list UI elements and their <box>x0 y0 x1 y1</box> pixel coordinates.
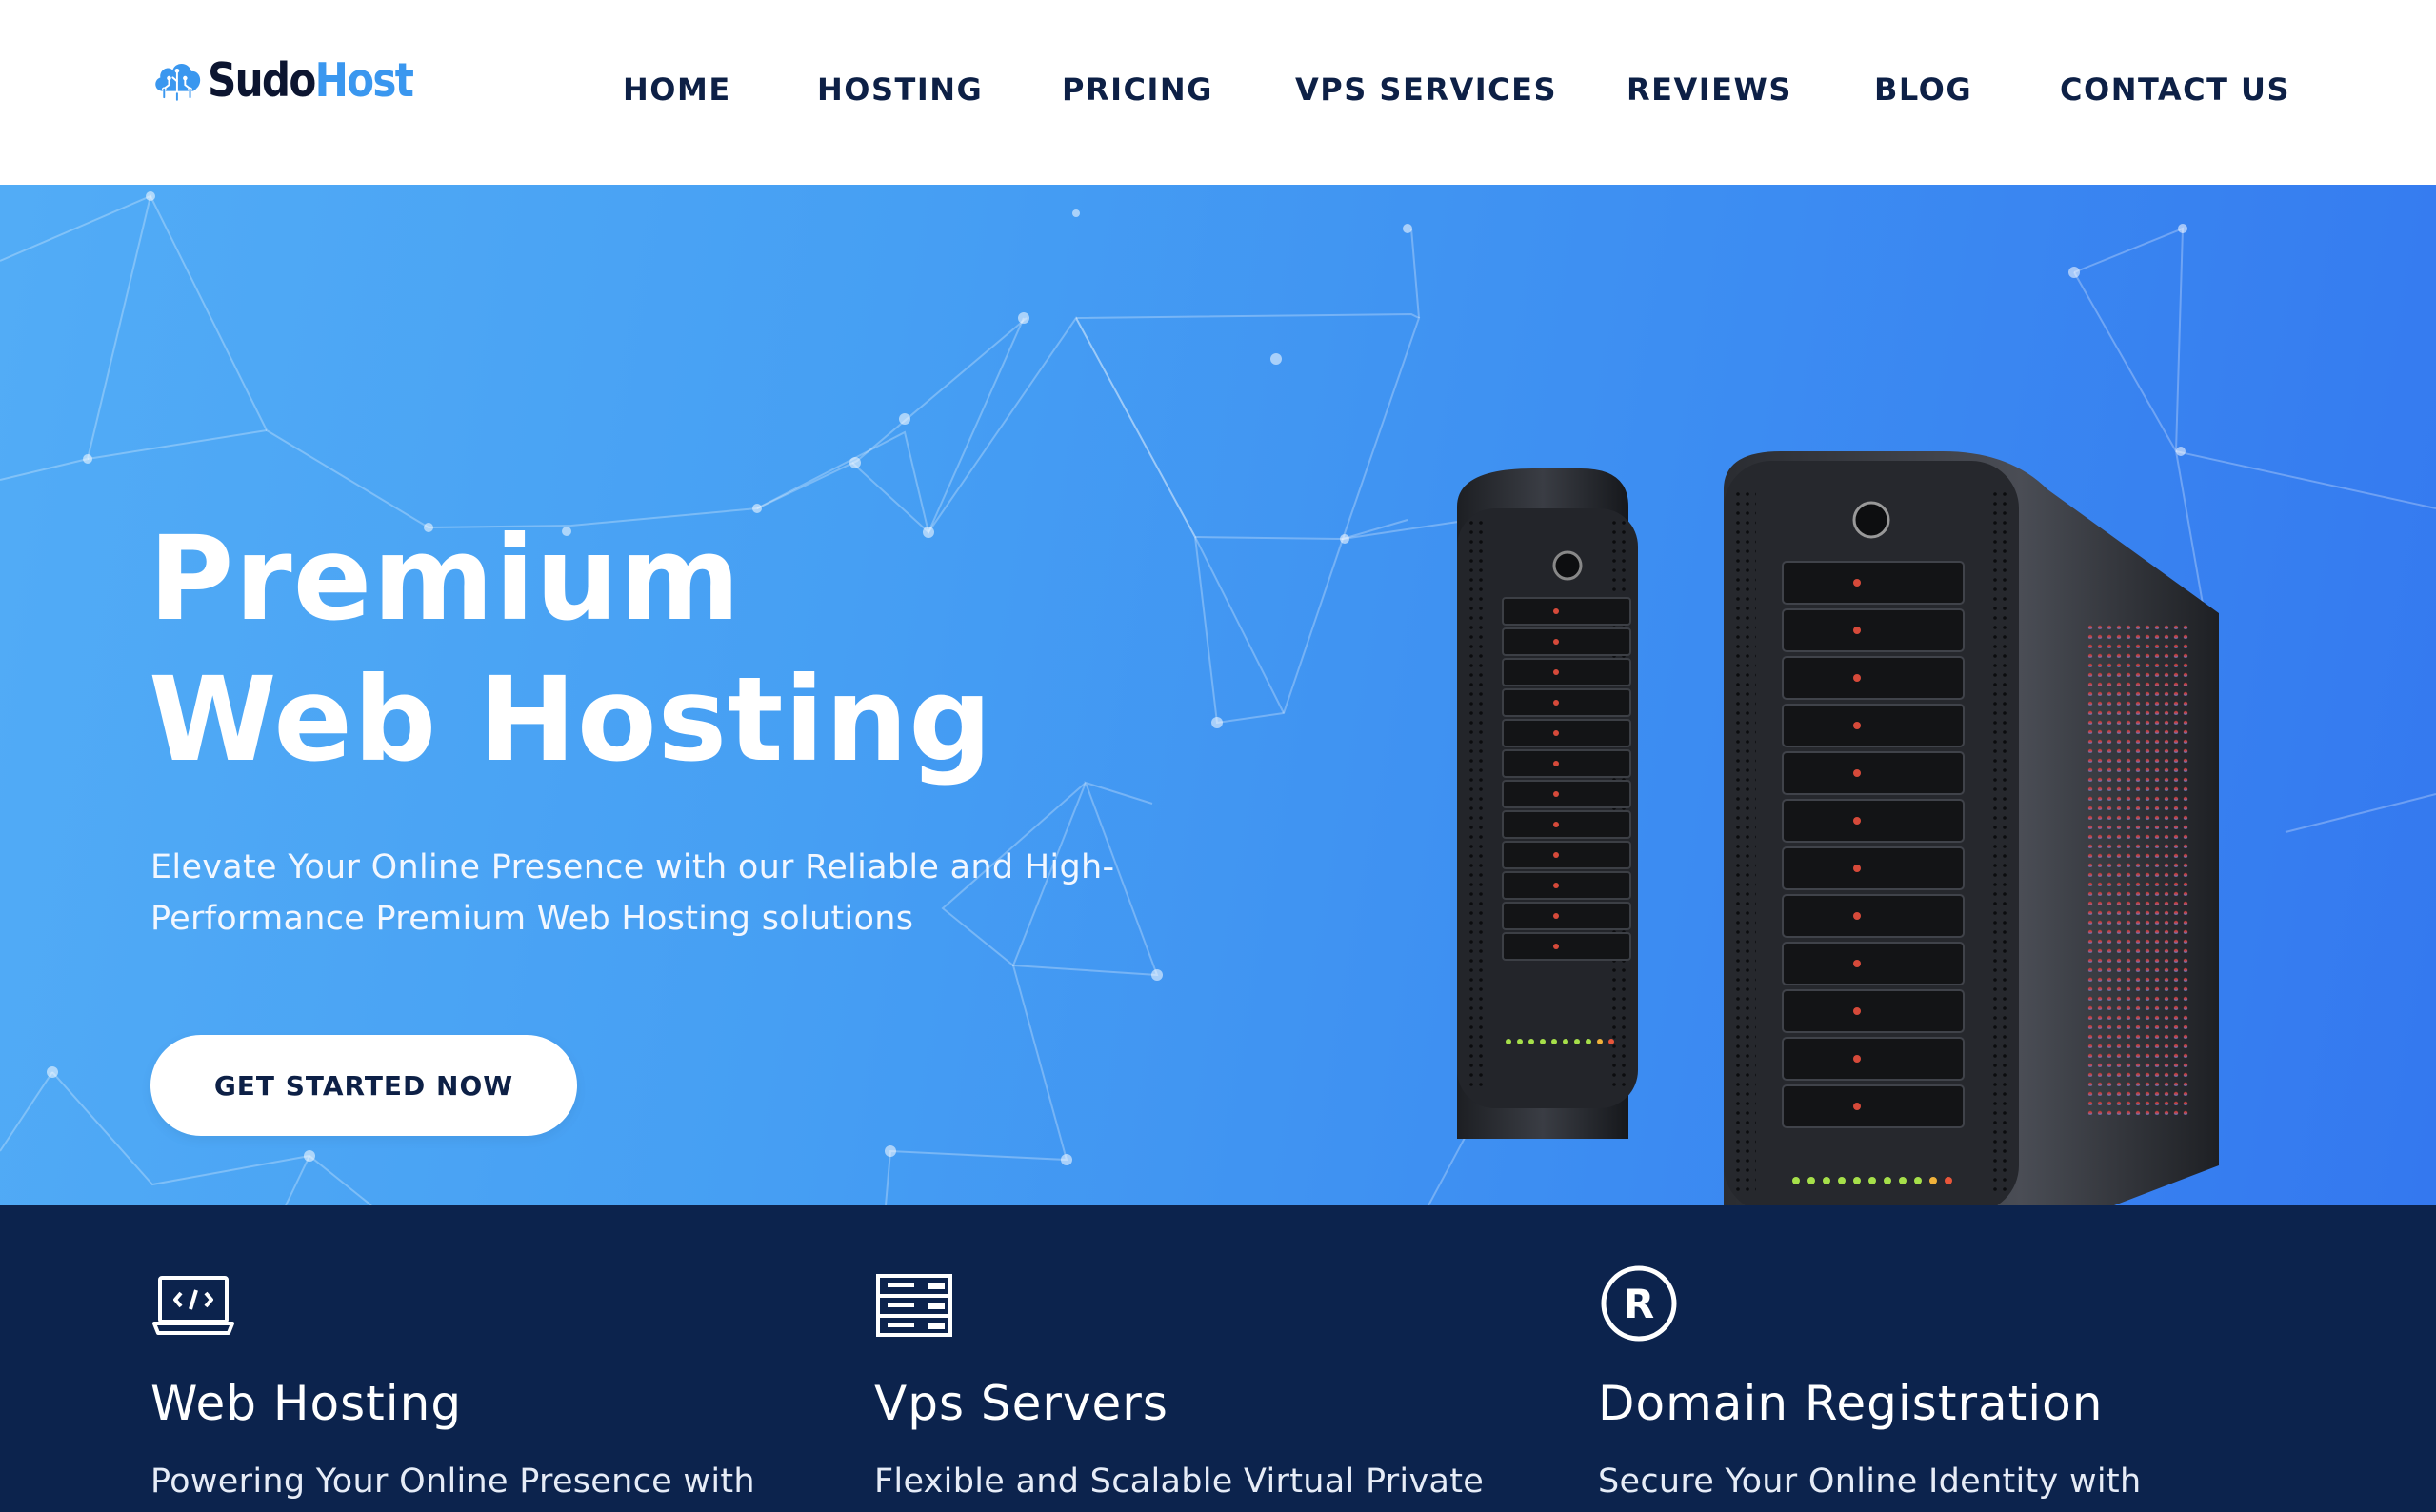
features-section: Web Hosting Powering Your Online Presenc… <box>0 1205 2436 1512</box>
feature-web-hosting: Web Hosting Powering Your Online Presenc… <box>150 1205 817 1512</box>
main-nav: HOME HOSTING PRICING VPS SERVICES REVIEW… <box>0 69 2436 110</box>
large-server-tower <box>1724 451 2219 1205</box>
feature-domain-registration: R Domain Registration Secure Your Online… <box>1598 1205 2265 1512</box>
nav-item-blog[interactable]: BLOG <box>1874 69 1972 110</box>
nav-item-home[interactable]: HOME <box>623 69 731 110</box>
hero-title-line2: Web Hosting <box>149 652 993 787</box>
site-header: SudoHost HOME HOSTING PRICING VPS SERVIC… <box>0 0 2436 185</box>
nav-item-pricing[interactable]: PRICING <box>1062 69 1213 110</box>
nav-item-vps-services[interactable]: VPS SERVICES <box>1295 69 1557 110</box>
feature-description: Secure Your Online Identity with <box>1598 1462 2142 1501</box>
hero-title-line1: Premium <box>149 511 742 647</box>
registered-icon: R <box>1601 1265 1677 1342</box>
feature-title: Web Hosting <box>150 1376 463 1431</box>
nav-item-reviews[interactable]: REVIEWS <box>1627 69 1792 110</box>
server-illustration <box>1457 451 2219 1205</box>
hero-subtitle-line1: Elevate Your Online Presence with our Re… <box>150 848 1115 886</box>
svg-text:R: R <box>1624 1281 1654 1327</box>
feature-title: Vps Servers <box>874 1376 1168 1431</box>
hero-subtitle-line2: Performance Premium Web Hosting solution… <box>150 900 914 938</box>
feature-vps-servers: Vps Servers Flexible and Scalable Virtua… <box>874 1205 1541 1512</box>
hero-subtitle: Elevate Your Online Presence with our Re… <box>150 842 1141 945</box>
nav-item-contact-us[interactable]: CONTACT US <box>2060 69 2290 110</box>
feature-title: Domain Registration <box>1598 1376 2104 1431</box>
small-server-tower <box>1457 468 1638 1139</box>
nav-item-hosting[interactable]: HOSTING <box>817 69 983 110</box>
feature-description: Powering Your Online Presence with <box>150 1462 755 1501</box>
hero-section: Premium Web Hosting Elevate Your Online … <box>0 185 2436 1205</box>
server-rack-icon <box>876 1274 952 1337</box>
hero-title: Premium Web Hosting <box>149 508 1196 790</box>
laptop-code-icon <box>152 1276 234 1335</box>
get-started-button[interactable]: GET STARTED NOW <box>150 1035 577 1136</box>
feature-description: Flexible and Scalable Virtual Private <box>874 1462 1485 1501</box>
